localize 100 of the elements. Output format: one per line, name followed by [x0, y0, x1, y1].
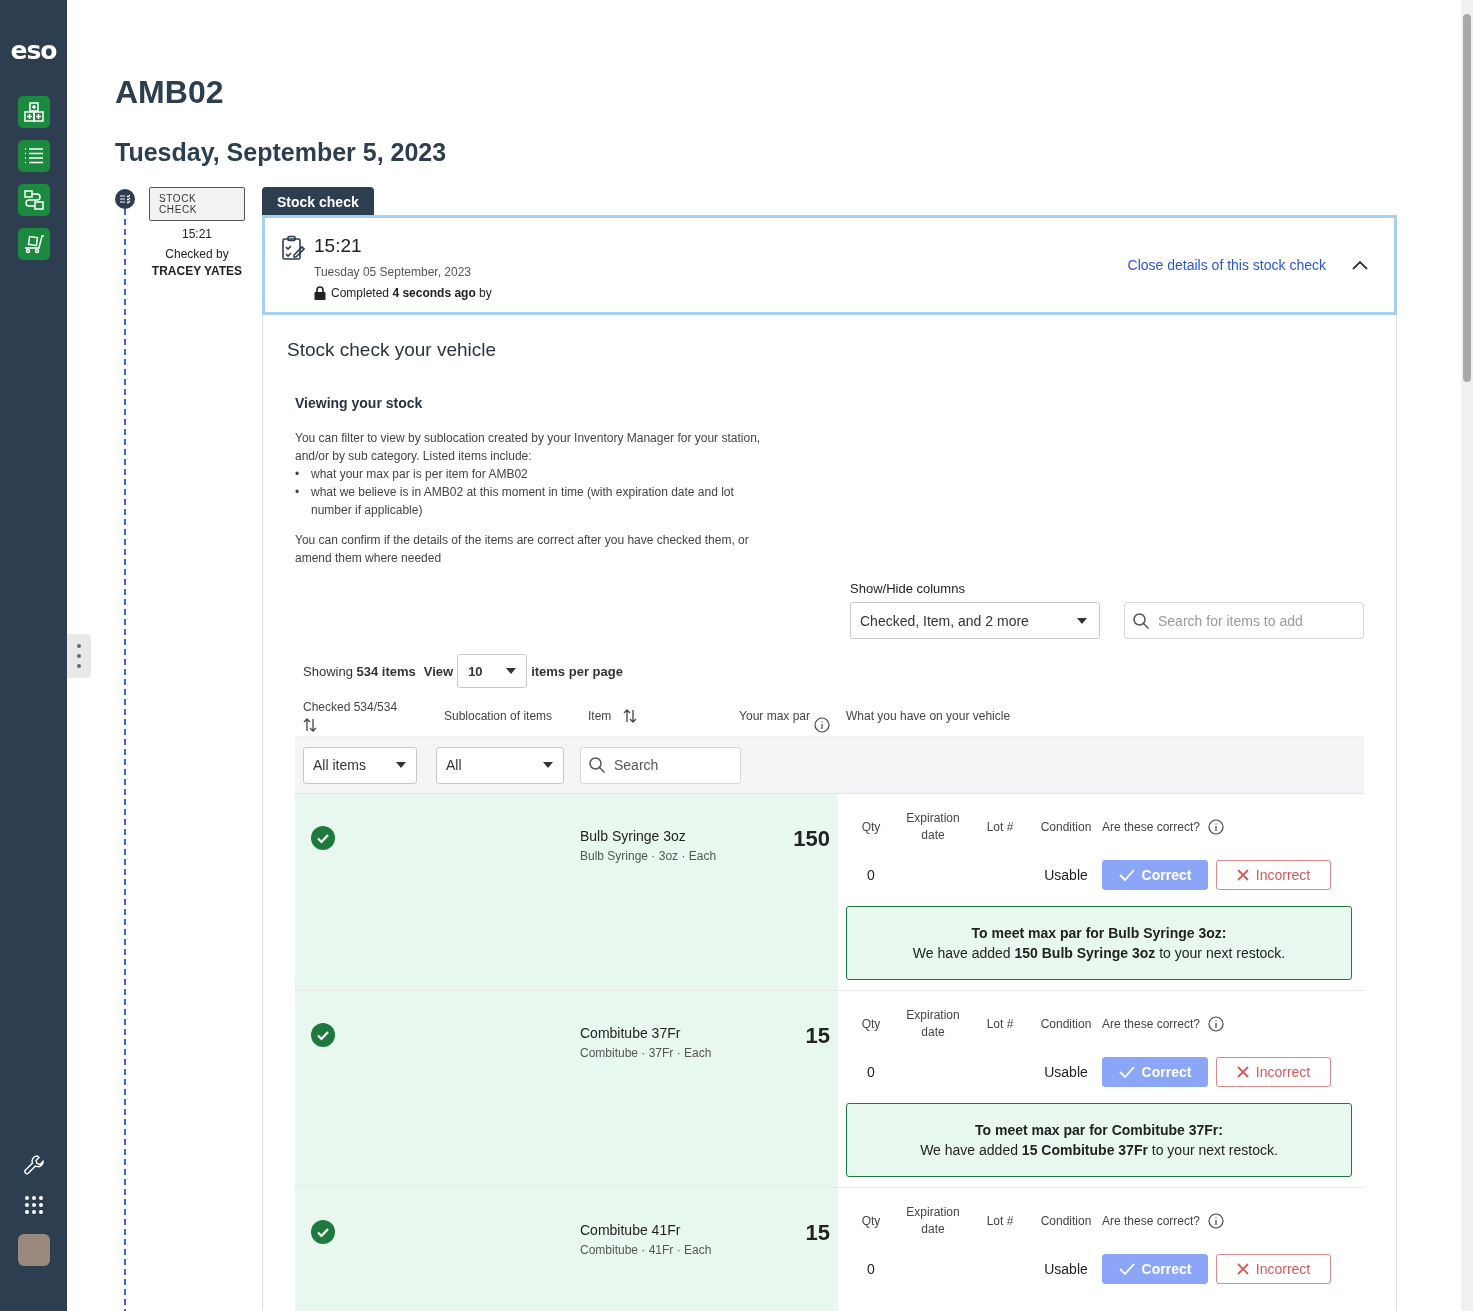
field-label: Are these correct?	[1102, 1015, 1201, 1033]
column-header: Your max par	[739, 708, 810, 725]
stock-check-badge: STOCK CHECK	[149, 187, 245, 221]
incorrect-button[interactable]: Incorrect	[1216, 1057, 1331, 1087]
search-icon	[1133, 612, 1149, 629]
outro-text: You can confirm if the details of the items are correct after you have checked them, or amend them where needed	[295, 532, 750, 567]
sort-icon[interactable]	[303, 718, 317, 732]
view-label: View	[423, 663, 454, 679]
drag-handle[interactable]	[67, 634, 91, 678]
columns-label: Show/Hide columns	[850, 581, 966, 596]
date-heading: Tuesday, September 5, 2023	[115, 137, 448, 167]
field-label: Are these correct?	[1102, 1212, 1201, 1230]
field-label: Lot #	[985, 1015, 1015, 1033]
intro-text: You can filter to view by sublocation created by your Inventory Manager for your station, and/or by sub category. Listed items include:	[295, 430, 762, 465]
incorrect-button[interactable]: Incorrect	[1216, 1254, 1331, 1284]
cart-icon[interactable]	[17, 228, 50, 260]
item-detail: Bulb Syringe · 3oz · Each	[580, 849, 718, 863]
apps-grid-icon[interactable]	[22, 1194, 45, 1216]
qty-value: 0	[866, 867, 876, 883]
columns-dropdown[interactable]: Checked, Item, and 2 more	[850, 602, 1100, 639]
clipboard-check-icon	[281, 235, 305, 261]
field-label: Expiration date	[905, 810, 961, 844]
bullet-text: what your max par is per item for AMB02	[311, 466, 528, 483]
column-header: Checked 534/534	[303, 700, 398, 714]
sort-icon[interactable]	[623, 709, 638, 723]
items-count: Showing 534 items	[303, 663, 416, 679]
notice-title: To meet max par for Combitube 37Fr:	[975, 1122, 1223, 1138]
condition-value: Usable	[1043, 1261, 1089, 1277]
info-icon[interactable]	[1208, 1213, 1225, 1229]
field-label: Qty	[860, 1015, 882, 1033]
field-label: Condition	[1039, 1015, 1093, 1033]
field-label: Lot #	[985, 1212, 1015, 1230]
avatar-placeholder[interactable]	[17, 1234, 50, 1266]
item-detail: Combitube · 41Fr · Each	[580, 1243, 713, 1257]
stock-check-tab[interactable]: Stock check	[262, 187, 374, 215]
close-icon	[1236, 869, 1249, 881]
info-icon[interactable]	[1208, 1016, 1225, 1032]
caret-icon	[1077, 617, 1087, 624]
notice-text: We have added 150 Bulb Syringe 3oz to your next restock.	[912, 945, 1286, 961]
sublocation-filter-dropdown[interactable]: All	[436, 746, 564, 784]
close-details-link[interactable]: Close details of this stock check	[1127, 257, 1326, 273]
incorrect-button[interactable]: Incorrect	[1216, 860, 1331, 890]
item-name: Bulb Syringe 3oz	[580, 828, 687, 844]
section-subtitle: Viewing your stock	[295, 395, 424, 411]
inventory-boxes-icon[interactable]	[17, 96, 50, 128]
caret-icon	[396, 762, 406, 768]
check-icon	[1118, 1263, 1135, 1275]
column-header: Sublocation of items	[444, 709, 553, 723]
list-icon[interactable]	[17, 140, 50, 172]
per-page-dropdown[interactable]: 10	[457, 654, 528, 688]
checker-name: TRACEY YATES	[151, 264, 243, 278]
bullet-marker: •	[295, 466, 301, 483]
item-detail: Combitube · 37Fr · Each	[580, 1046, 713, 1060]
check-icon	[1118, 1066, 1135, 1078]
max-par-value: 150	[793, 826, 830, 853]
notice-text: We have added 15 Combitube 37Fr to your next restock.	[920, 1142, 1278, 1158]
info-icon[interactable]	[814, 717, 830, 733]
per-page-label: items per page	[531, 663, 623, 679]
notice-title: To meet max par for Bulb Syringe 3oz:	[971, 925, 1227, 941]
field-label: Condition	[1039, 818, 1093, 836]
bullet-text: what we believe is in AMB02 at this moment in time (with expiration date and lot number if applicable)	[311, 484, 735, 519]
condition-value: Usable	[1043, 1064, 1089, 1080]
qty-value: 0	[866, 1064, 876, 1080]
item-name: Combitube 37Fr	[580, 1025, 682, 1041]
scrollbar[interactable]	[1461, 0, 1473, 1311]
field-label: Qty	[860, 1212, 882, 1230]
checked-filter-dropdown[interactable]: All items	[303, 746, 417, 784]
field-label: Are these correct?	[1102, 818, 1201, 836]
completion-status: Completed 4 seconds ago by	[331, 286, 492, 300]
column-header: What you have on your vehicle	[846, 709, 1011, 723]
check-time: 15:21	[182, 227, 212, 241]
condition-value: Usable	[1043, 867, 1089, 883]
bullet-marker: •	[295, 484, 301, 501]
caret-icon	[506, 668, 517, 674]
transfer-icon[interactable]	[17, 184, 50, 216]
qty-value: 0	[866, 1261, 876, 1277]
summary-time: 15:21	[314, 235, 363, 257]
item-search-field[interactable]: Search for items to add	[1124, 602, 1364, 639]
close-icon	[1236, 1066, 1249, 1078]
info-icon[interactable]	[1208, 819, 1225, 835]
wrench-icon[interactable]	[22, 1154, 45, 1176]
checked-by-label: Checked by	[165, 247, 229, 261]
field-label: Qty	[860, 818, 882, 836]
caret-icon	[543, 762, 553, 768]
close-icon	[1236, 1263, 1249, 1275]
lock-icon	[314, 286, 326, 300]
search-icon	[589, 757, 605, 773]
checklist-icon	[115, 189, 135, 209]
field-label: Condition	[1039, 1212, 1093, 1230]
field-label: Expiration date	[905, 1007, 961, 1041]
column-header: Item	[588, 709, 612, 723]
check-icon	[1118, 869, 1135, 881]
item-filter-search-field[interactable]: Search	[580, 746, 741, 784]
page-title: AMB02	[115, 74, 225, 110]
item-name: Combitube 41Fr	[580, 1222, 682, 1238]
max-par-value: 15	[805, 1023, 830, 1050]
summary-date: Tuesday 05 September, 2023	[314, 265, 472, 279]
max-par-value: 15	[805, 1220, 830, 1247]
chevron-up-icon[interactable]	[1352, 260, 1368, 270]
field-label: Expiration date	[905, 1204, 961, 1238]
